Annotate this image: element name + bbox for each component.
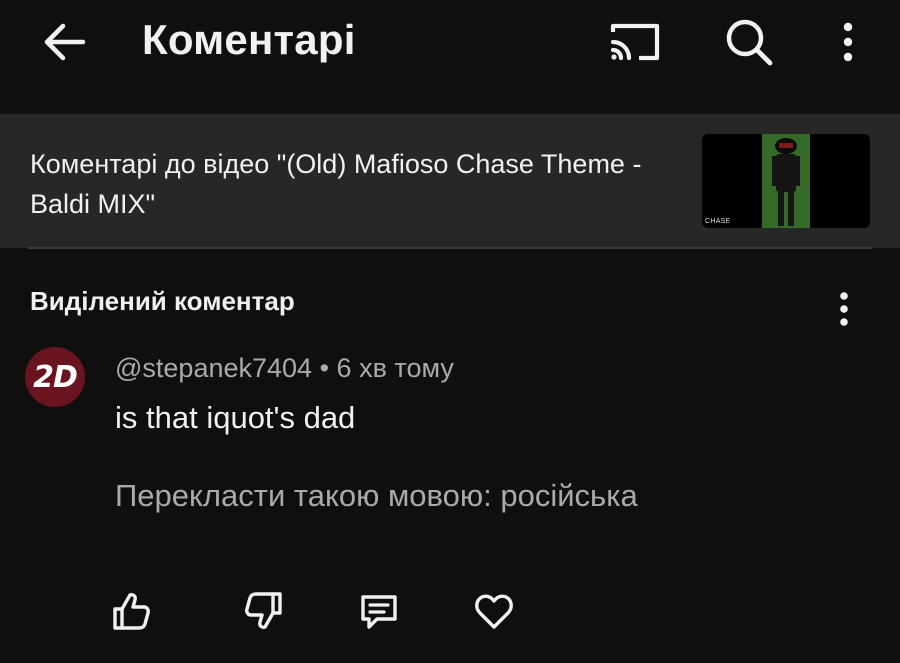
avatar-text: 2D	[33, 359, 78, 395]
dislike-button[interactable]	[237, 584, 291, 638]
thumbnail-caption: CHASE	[705, 218, 731, 225]
comment-time: 6 хв тому	[336, 353, 454, 383]
meta-separator: •	[319, 353, 330, 383]
more-vert-icon	[840, 292, 848, 326]
reply-icon	[361, 595, 397, 629]
comment-author[interactable]: @stepanek7404	[115, 353, 312, 383]
heart-button[interactable]	[467, 584, 521, 638]
page-title: Коментарі	[142, 16, 356, 63]
reply-button[interactable]	[352, 584, 406, 638]
more-options-button[interactable]	[826, 14, 870, 70]
comment-text: is that iquot's dad	[115, 400, 356, 435]
like-icon	[113, 593, 150, 630]
dislike-icon	[245, 592, 282, 629]
heart-icon	[475, 594, 513, 629]
translate-link[interactable]: Перекласти такою мовою: російська	[115, 478, 638, 514]
cast-icon	[610, 23, 660, 61]
back-arrow-icon	[44, 23, 86, 61]
video-title: Коментарі до відео "(Old) Mafioso Chase …	[30, 149, 642, 219]
avatar[interactable]: 2D	[25, 347, 85, 407]
like-button[interactable]	[104, 584, 158, 638]
divider	[28, 247, 872, 249]
cast-button[interactable]	[602, 14, 668, 70]
comments-screen: Коментарі Коментарі до відео "(Old) Mafi…	[0, 0, 900, 663]
back-button[interactable]	[34, 14, 94, 70]
more-vert-icon	[843, 22, 853, 62]
section-title: Виділений коментар	[30, 286, 295, 316]
video-thumbnail[interactable]: CHASE	[702, 134, 870, 228]
comment-meta: @stepanek7404 • 6 хв тому	[115, 353, 454, 384]
top-app-bar: Коментарі	[0, 0, 900, 88]
thumbnail-figure-image	[762, 134, 810, 228]
search-button[interactable]	[718, 12, 780, 72]
comment-more-button[interactable]	[826, 284, 862, 334]
search-icon	[726, 19, 773, 66]
video-banner[interactable]: Коментарі до відео "(Old) Mafioso Chase …	[0, 114, 900, 248]
